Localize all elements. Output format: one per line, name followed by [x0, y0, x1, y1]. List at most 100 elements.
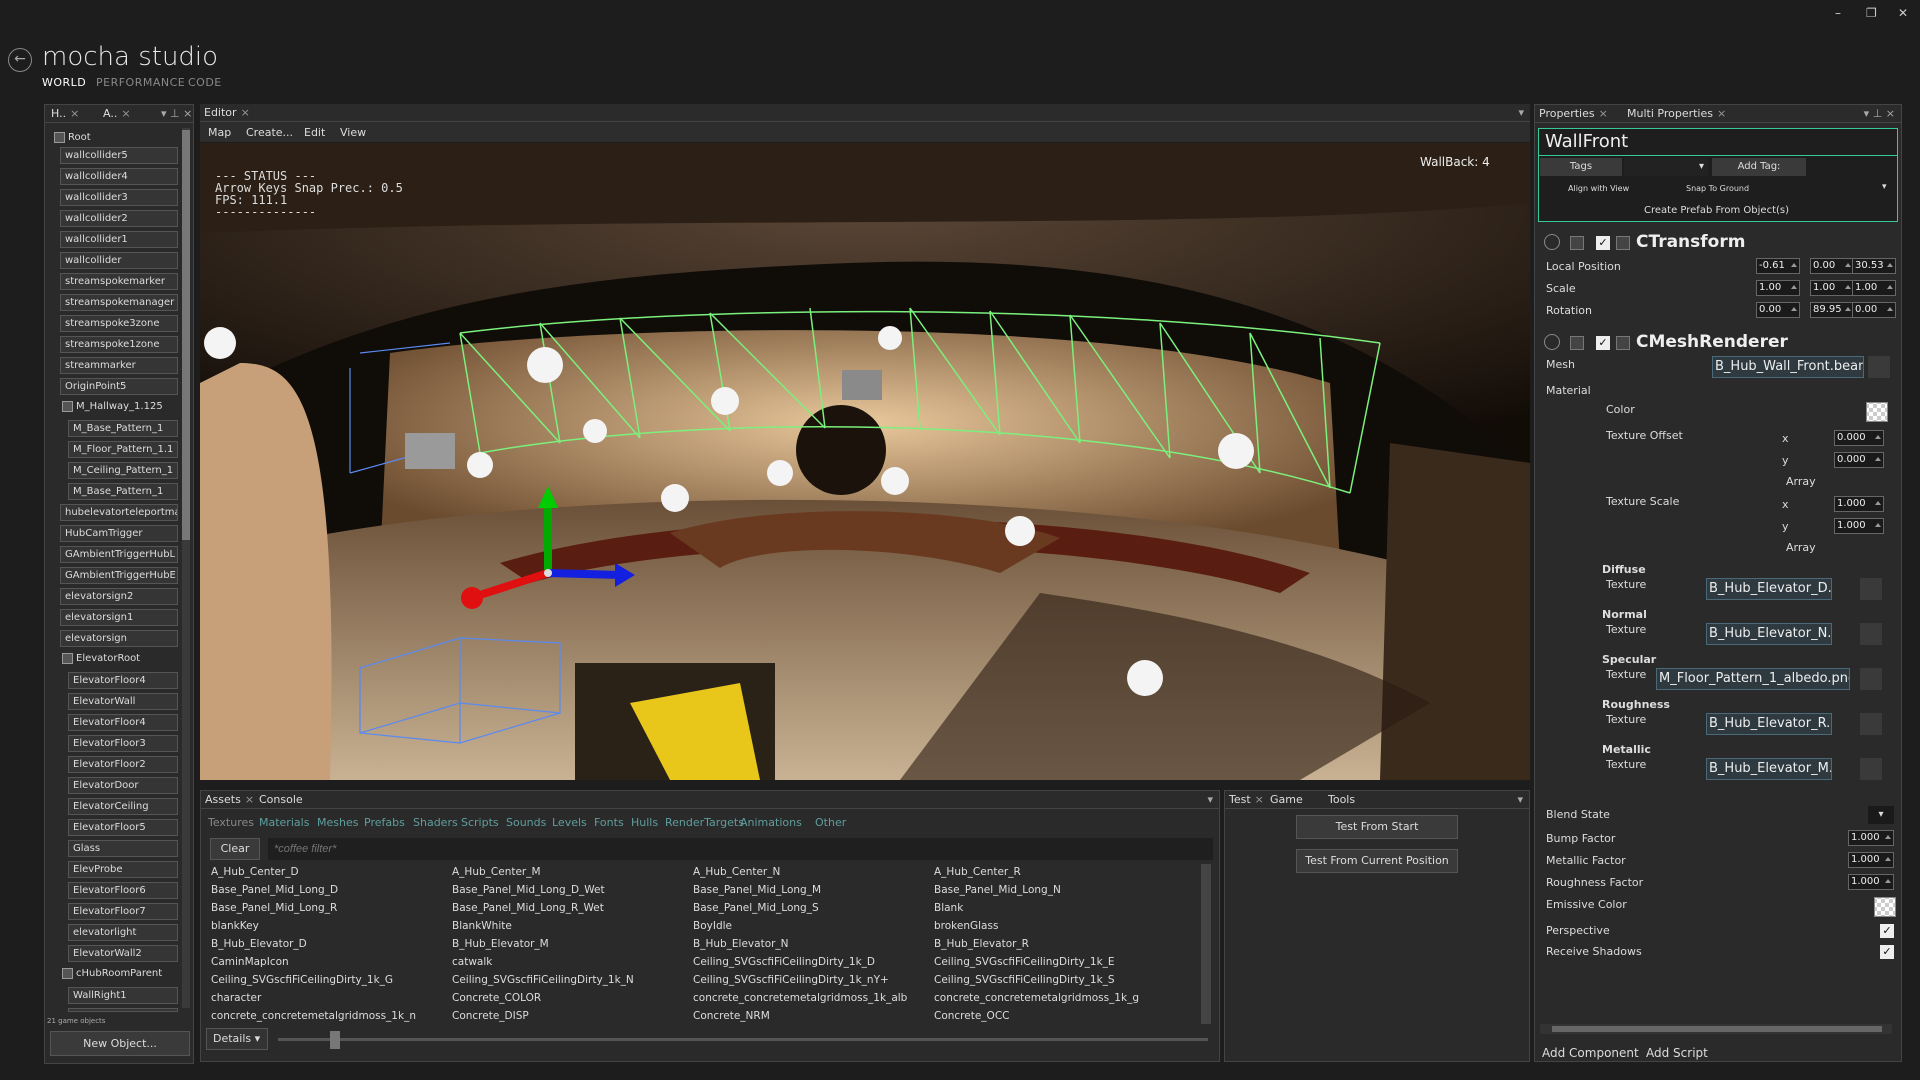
- asset-item[interactable]: Base_Panel_Mid_Long_R: [211, 902, 337, 914]
- tree-item[interactable]: M_Base_Pattern_1: [68, 420, 178, 437]
- tree-item[interactable]: GAmbientTriggerHubL: [60, 546, 178, 563]
- scene-viewport[interactable]: [200, 143, 1530, 780]
- test-from-start-button[interactable]: Test From Start: [1296, 815, 1458, 839]
- tree-item[interactable]: wallcollider2: [60, 210, 178, 227]
- scale-y-field[interactable]: 1.000: [1834, 518, 1884, 534]
- tab-game[interactable]: Game: [1270, 793, 1303, 806]
- tab-multi-properties[interactable]: Multi Properties ×: [1627, 107, 1726, 120]
- close-button[interactable]: ✕: [1898, 6, 1908, 20]
- asset-item[interactable]: BoyIdle: [693, 920, 732, 932]
- filter-tab[interactable]: Materials: [259, 816, 309, 829]
- asset-item[interactable]: Ceiling_SVGscfiFiCeilingDirty_1k_nY+: [693, 974, 889, 986]
- bump-factor-field[interactable]: 1.000: [1848, 830, 1894, 846]
- asset-item[interactable]: catwalk: [452, 956, 492, 968]
- local-position-field[interactable]: -0.61: [1756, 258, 1800, 274]
- rotation-field[interactable]: 0.00: [1756, 302, 1800, 318]
- tree-item[interactable]: ElevatorDoor: [68, 777, 178, 794]
- asset-item[interactable]: A_Hub_Center_N: [693, 866, 780, 878]
- tree-item[interactable]: M_Ceiling_Pattern_1: [68, 462, 178, 479]
- filter-tab[interactable]: Animations: [740, 816, 802, 829]
- tab-hierarchy[interactable]: H.. ×: [51, 107, 79, 120]
- asset-item[interactable]: Base_Panel_Mid_Long_D_Wet: [452, 884, 605, 896]
- clear-button[interactable]: Clear: [210, 838, 260, 860]
- tab-assets[interactable]: Assets ×: [205, 793, 254, 806]
- blend-state-dropdown[interactable]: ▾: [1868, 806, 1894, 824]
- align-with-view-button[interactable]: Align with View: [1568, 184, 1629, 193]
- collapse-icon[interactable]: [62, 400, 73, 412]
- tree-item[interactable]: wallcollider1: [60, 231, 178, 248]
- asset-item[interactable]: A_Hub_Center_M: [452, 866, 541, 878]
- tree-group-hallway[interactable]: M_Hallway_1.125: [62, 399, 163, 416]
- component-toggle[interactable]: [1616, 336, 1630, 350]
- asset-item[interactable]: B_Hub_Elevator_M: [452, 938, 549, 950]
- filter-tab[interactable]: Meshes: [317, 816, 358, 829]
- diffuse-texture-field[interactable]: B_Hub_Elevator_D.png: [1706, 578, 1832, 600]
- filter-tab[interactable]: Prefabs: [364, 816, 405, 829]
- tab-properties[interactable]: Properties ×: [1539, 107, 1608, 120]
- tree-item[interactable]: M_Floor_Pattern_1.1: [68, 441, 178, 458]
- test-from-current-button[interactable]: Test From Current Position: [1296, 849, 1458, 873]
- asset-item[interactable]: B_Hub_Elevator_D: [211, 938, 307, 950]
- asset-item[interactable]: Blank: [934, 902, 963, 914]
- asset-item[interactable]: Base_Panel_Mid_Long_R_Wet: [452, 902, 604, 914]
- component-enabled-checkbox[interactable]: ✓: [1596, 236, 1610, 250]
- texture-browse-button[interactable]: [1860, 668, 1882, 690]
- asset-item[interactable]: Base_Panel_Mid_Long_S: [693, 902, 819, 914]
- component-toggle[interactable]: [1570, 236, 1584, 250]
- asset-item[interactable]: Concrete_OCC: [934, 1010, 1009, 1022]
- asset-filter-input[interactable]: [268, 838, 1213, 860]
- texture-browse-button[interactable]: [1860, 578, 1882, 600]
- asset-item[interactable]: BlankWhite: [452, 920, 512, 932]
- tree-item[interactable]: streamspoke1zone: [60, 336, 178, 353]
- asset-item[interactable]: concrete_concretemetalgridmoss_1k_n: [211, 1010, 416, 1022]
- rotation-field[interactable]: 89.95: [1810, 302, 1854, 318]
- tree-item[interactable]: streamspokemarker: [60, 273, 178, 290]
- scale-field[interactable]: 1.00: [1852, 280, 1896, 296]
- tree-item[interactable]: ElevatorWall: [68, 693, 178, 710]
- tree-item[interactable]: ElevatorFloor6: [68, 882, 178, 899]
- tree-item[interactable]: elevatorlight: [68, 924, 178, 941]
- menu-view[interactable]: View: [340, 126, 366, 139]
- asset-item[interactable]: Concrete_DISP: [452, 1010, 529, 1022]
- tree-item[interactable]: M_Base_Pattern_1: [68, 483, 178, 500]
- panel-options-icon[interactable]: ▾ ⊥ ×: [161, 107, 192, 120]
- snap-to-ground-button[interactable]: Snap To Ground: [1686, 184, 1749, 193]
- specular-texture-field[interactable]: M_Floor_Pattern_1_albedo.png: [1656, 668, 1850, 690]
- component-toggle[interactable]: [1616, 236, 1630, 250]
- thumbnail-size-slider[interactable]: [278, 1038, 1208, 1041]
- filter-tab[interactable]: Hulls: [631, 816, 658, 829]
- tree-item[interactable]: ElevProbe: [68, 861, 178, 878]
- texture-browse-button[interactable]: [1860, 713, 1882, 735]
- filter-tab[interactable]: Fonts: [594, 816, 624, 829]
- menu-create[interactable]: Create...: [246, 126, 293, 139]
- asset-item[interactable]: Concrete_NRM: [693, 1010, 770, 1022]
- scale-field[interactable]: 1.00: [1810, 280, 1854, 296]
- tree-item[interactable]: wallcollider5: [60, 147, 178, 164]
- tree-item[interactable]: WallRight1: [68, 987, 178, 1004]
- tree-item[interactable]: GAmbientTriggerHubE: [60, 567, 178, 584]
- asset-item[interactable]: Ceiling_SVGscfiFiCeilingDirty_1k_D: [693, 956, 875, 968]
- panel-options-icon[interactable]: ▾ ⊥ ×: [1864, 107, 1895, 120]
- tree-item[interactable]: ElevatorFloor3: [68, 735, 178, 752]
- asset-item[interactable]: concrete_concretemetalgridmoss_1k_g: [934, 992, 1139, 1004]
- tab-editor[interactable]: Editor ×: [204, 106, 250, 119]
- dropdown-icon[interactable]: ▾: [1207, 793, 1213, 806]
- tab-test[interactable]: Test ×: [1229, 793, 1264, 806]
- metallic-texture-field[interactable]: B_Hub_Elevator_M.png: [1706, 758, 1832, 780]
- filter-tab[interactable]: Textures: [208, 816, 254, 829]
- dropdown-icon[interactable]: ▾: [1518, 106, 1524, 119]
- filter-tab[interactable]: Levels: [552, 816, 587, 829]
- emissive-color-swatch[interactable]: [1874, 897, 1896, 917]
- tree-item[interactable]: ElevatorFloor7: [68, 903, 178, 920]
- receive-shadows-checkbox[interactable]: ✓: [1880, 945, 1894, 959]
- asset-item[interactable]: Base_Panel_Mid_Long_N: [934, 884, 1061, 896]
- asset-item[interactable]: Ceiling_SVGscfiFiCeilingDirty_1k_N: [452, 974, 634, 986]
- mesh-browse-button[interactable]: [1868, 356, 1890, 378]
- tree-item[interactable]: elevatorsign2: [60, 588, 178, 605]
- scale-x-field[interactable]: 1.000: [1834, 496, 1884, 512]
- hierarchy-scroll-thumb[interactable]: [182, 130, 190, 540]
- filter-tab[interactable]: Scripts: [461, 816, 499, 829]
- tree-item[interactable]: WallRight: [68, 1008, 178, 1012]
- add-script-button[interactable]: Add Script: [1646, 1046, 1708, 1060]
- tree-item[interactable]: wallcollider3: [60, 189, 178, 206]
